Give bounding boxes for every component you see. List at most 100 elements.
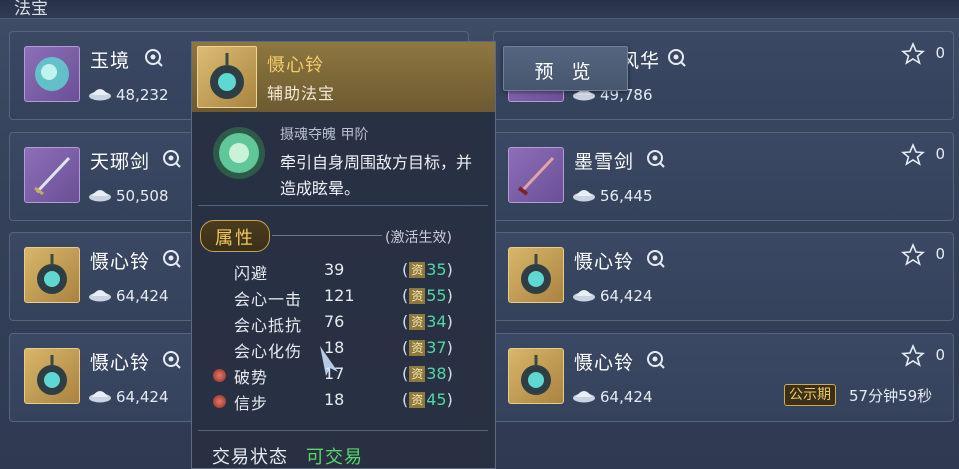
stat-label: 会心化伤 [234,342,303,361]
trade-status-label: 交易状态 [212,447,288,468]
star-icon[interactable] [901,42,925,66]
trade-status-value: 可交易 [306,447,363,468]
stat-row: 破势 17(资 38) [192,364,495,387]
item-card[interactable]: 慑心铃 64,424 0 [493,232,954,321]
silver-ingot-icon [573,391,595,403]
item-thumbnail [508,348,564,404]
header-bar: 法宝 [0,0,959,19]
skill-icon [213,127,265,179]
silver-ingot-icon [573,190,595,202]
stat-label: 会心抵抗 [234,316,303,335]
favorite-count: 0 [935,145,945,163]
grade-badge: 资 [409,288,426,304]
preview-button-label: 预 览 [534,61,597,83]
stat-value: 39 [324,260,345,279]
grade-badge: 资 [409,340,426,356]
stat-label: 破势 [234,368,269,387]
stat-label: 信步 [234,394,269,413]
stat-label: 会心一击 [234,290,303,309]
item-price: 64,424 [116,287,169,305]
attributes-title: 属性 [215,228,255,249]
skill-description: 牵引自身周围敌方目标，并造成眩晕。 [280,153,473,198]
grade-badge: 资 [409,262,426,278]
magnify-icon[interactable] [667,48,687,68]
item-name: 慑心铃 [90,251,151,273]
item-card[interactable]: 墨雪剑 56,445 0 [493,132,954,221]
divider [198,430,488,431]
stat-row: 会心一击 121 (资 55) [192,286,495,309]
grade-badge: 资 [409,314,426,330]
favorite-count: 0 [935,245,945,263]
stat-grade: (资 34) [402,312,453,331]
grade-value: 45 [426,390,447,409]
magnify-icon[interactable] [144,48,164,68]
stat-grade: (资 38) [402,364,453,383]
magnify-icon[interactable] [162,149,182,169]
favorite-count: 0 [935,44,945,62]
magnify-icon[interactable] [162,350,182,370]
stat-row: 信步 18 (资 45) [192,390,495,413]
tooltip-item-type: 辅助法宝 [267,84,336,103]
stat-value: 18 [324,390,345,409]
preview-button[interactable]: 预 览 [503,46,628,91]
stat-row: 会心化伤 18(资 37) [192,338,495,361]
item-price: 56,445 [600,187,653,205]
stat-label: 闪避 [234,264,269,283]
item-thumbnail [508,247,564,303]
divider [198,205,488,206]
grade-value: 35 [426,260,447,279]
silver-ingot-icon [573,290,595,302]
item-name: 墨雪剑 [574,151,635,173]
public-period-badge: 公示期 [784,384,836,406]
grade-value: 38 [426,364,447,383]
stat-grade: (资 55) [402,286,453,305]
grade-value: 37 [426,338,447,357]
item-tooltip: 慑心铃 辅助法宝 摄魂夺魄 甲阶 牵引自身周围敌方目标，并造成眩晕。 属性 (激… [191,41,496,469]
silver-ingot-icon [89,290,111,302]
item-price: 64,424 [600,287,653,305]
star-icon[interactable] [901,243,925,267]
item-name: 慑心铃 [574,251,635,273]
item-name: 慑心铃 [90,352,151,374]
special-stat-icon [213,395,226,408]
item-price: 64,424 [600,388,653,406]
item-price: 64,424 [116,388,169,406]
item-name: 慑心铃 [574,352,635,374]
countdown-timer: 57分钟59秒 [849,387,933,405]
item-thumbnail [508,147,564,203]
grade-badge: 资 [409,392,426,408]
activate-note: (激活生效) [385,230,452,246]
silver-ingot-icon [89,89,111,101]
item-price: 48,232 [116,86,169,104]
tooltip-header: 慑心铃 辅助法宝 [192,42,495,112]
magnify-icon[interactable] [646,149,666,169]
skill-name: 摄魂夺魄 甲阶 [280,127,369,143]
star-icon[interactable] [901,344,925,368]
stat-grade: (资 35) [402,260,453,279]
attributes-header: 属性 [200,220,270,252]
item-thumbnail [197,46,257,108]
stat-value: 76 [324,312,345,331]
divider [272,235,382,236]
item-card[interactable]: 慑心铃 64,424 0 公示期 57分钟59秒 [493,333,954,422]
item-thumbnail [24,147,80,203]
favorite-count: 0 [935,346,945,364]
tooltip-item-name: 慑心铃 [267,55,324,76]
magnify-icon[interactable] [646,249,666,269]
grade-value: 55 [426,286,447,305]
item-price: 50,508 [116,187,169,205]
stat-row: 会心抵抗 76 (资 34) [192,312,495,335]
item-thumbnail [24,247,80,303]
item-thumbnail [24,46,80,102]
magnify-icon[interactable] [646,350,666,370]
item-thumbnail [24,348,80,404]
stat-value: 121 [324,286,355,305]
silver-ingot-icon [89,190,111,202]
magnify-icon[interactable] [162,249,182,269]
mouse-cursor-icon [320,346,338,376]
stat-grade: (资 37) [402,338,453,357]
item-name: 玉境 [90,50,131,72]
page-title: 法宝 [14,0,48,19]
star-icon[interactable] [901,143,925,167]
stat-grade: (资 45) [402,390,453,409]
